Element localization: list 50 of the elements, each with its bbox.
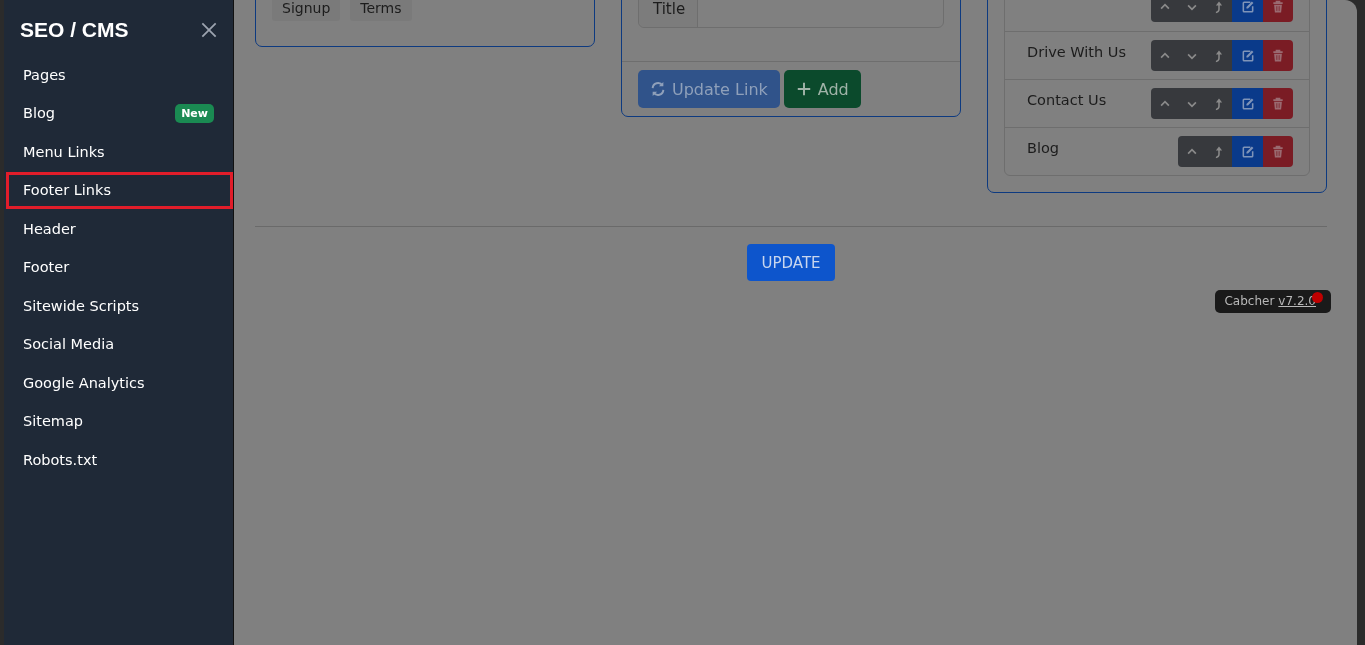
- move-top-button[interactable]: [1205, 40, 1232, 71]
- link-tag[interactable]: Terms: [350, 0, 412, 21]
- trash-icon: [1271, 0, 1285, 14]
- edit-icon: [1240, 48, 1255, 63]
- sidebar-item[interactable]: Robots.txt: [6, 441, 233, 478]
- move-top-button[interactable]: [1205, 88, 1232, 119]
- edit-icon: [1240, 144, 1255, 159]
- sidebar-item[interactable]: Google Analytics: [6, 364, 233, 401]
- edit-icon: [1240, 0, 1255, 14]
- trash-icon: [1271, 96, 1285, 111]
- edit-button[interactable]: [1232, 88, 1263, 119]
- move-up-button[interactable]: [1178, 136, 1205, 167]
- sidebar-item[interactable]: Sitemap: [6, 402, 233, 440]
- move-top-button[interactable]: [1205, 0, 1232, 22]
- link-title: Drive With Us: [1027, 43, 1126, 60]
- edit-button[interactable]: [1232, 40, 1263, 71]
- sidebar-item[interactable]: Social Media: [6, 325, 233, 363]
- delete-button[interactable]: [1263, 136, 1293, 167]
- sidebar-item[interactable]: Header: [6, 210, 233, 247]
- sidebar-item[interactable]: Pages: [6, 56, 233, 93]
- edit-button[interactable]: [1232, 136, 1263, 167]
- delete-button[interactable]: [1263, 0, 1293, 22]
- delete-button[interactable]: [1263, 88, 1293, 119]
- close-icon: [199, 20, 219, 40]
- edit-icon: [1240, 96, 1255, 111]
- move-up-button[interactable]: [1151, 40, 1178, 71]
- link-title: Blog: [1027, 139, 1060, 156]
- delete-button[interactable]: [1263, 40, 1293, 71]
- trash-icon: [1271, 48, 1285, 63]
- new-badge: New: [175, 103, 214, 123]
- sidebar-item[interactable]: Blog New: [6, 94, 233, 132]
- plus-icon: [795, 81, 812, 97]
- sidebar-item[interactable]: Menu Links: [6, 133, 233, 170]
- app-name: Cabcher: [1224, 294, 1275, 308]
- link-title: Contact Us: [1027, 91, 1107, 108]
- sidebar-item[interactable]: Sitewide Scripts: [6, 287, 233, 324]
- sync-icon: [650, 81, 666, 97]
- add-button[interactable]: Add: [783, 70, 861, 108]
- move-up-button[interactable]: [1151, 88, 1178, 119]
- trash-icon: [1271, 144, 1285, 159]
- move-top-button[interactable]: [1205, 136, 1232, 167]
- update-button[interactable]: UPDATE: [747, 244, 835, 281]
- link-tag[interactable]: Signup: [272, 0, 341, 21]
- move-up-button[interactable]: [1151, 0, 1178, 22]
- sidebar-item[interactable]: Footer: [6, 248, 233, 286]
- field-label: Title: [639, 0, 699, 27]
- edit-button[interactable]: [1232, 0, 1263, 22]
- sidebar-title: SEO / CMS: [20, 18, 129, 42]
- close-button[interactable]: [199, 20, 219, 40]
- sidebar-item[interactable]: Footer Links: [6, 171, 233, 209]
